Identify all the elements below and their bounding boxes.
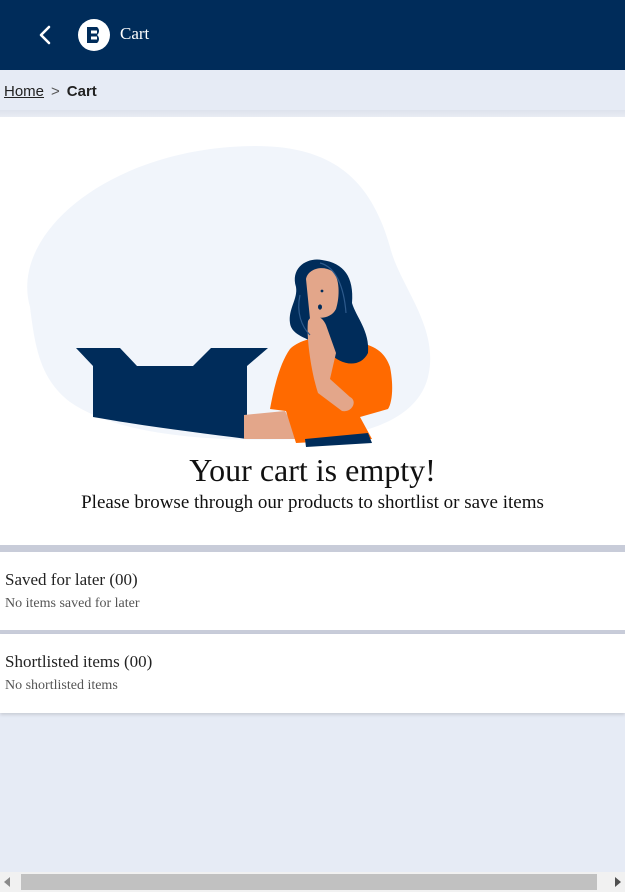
breadcrumb-shadow xyxy=(0,110,625,117)
breadcrumb-separator: > xyxy=(51,82,60,100)
back-button[interactable] xyxy=(32,22,58,48)
shortlisted-section: Shortlisted items (00) No shortlisted it… xyxy=(0,634,625,713)
saved-for-later-title: Saved for later (00) xyxy=(5,570,138,589)
shortlisted-message: No shortlisted items xyxy=(5,678,118,693)
scrollbar-thumb[interactable] xyxy=(21,874,597,890)
chevron-left-icon xyxy=(39,25,51,45)
woman-with-empty-box-illustration xyxy=(27,145,431,447)
shortlisted-title: Shortlisted items (00) xyxy=(5,652,153,671)
app-header: Cart xyxy=(0,0,625,70)
section-divider xyxy=(0,545,625,552)
horizontal-scrollbar[interactable] xyxy=(0,872,625,892)
breadcrumb: Home > Cart xyxy=(0,70,625,112)
breadcrumb-current: Cart xyxy=(66,82,97,100)
saved-for-later-message: No items saved for later xyxy=(5,596,140,611)
empty-cart-subtitle: Please browse through our products to sh… xyxy=(81,492,544,513)
breadcrumb-home-link[interactable]: Home xyxy=(4,83,44,100)
brand-logo-icon[interactable] xyxy=(78,19,110,51)
header-title: Cart xyxy=(120,24,150,43)
scroll-right-arrow-icon[interactable] xyxy=(615,877,621,887)
empty-cart-card: Your cart is empty! Please browse throug… xyxy=(0,117,625,545)
scroll-left-arrow-icon[interactable] xyxy=(4,877,10,887)
empty-cart-title: Your cart is empty! xyxy=(189,452,436,488)
saved-for-later-section: Saved for later (00) No items saved for … xyxy=(0,552,625,630)
